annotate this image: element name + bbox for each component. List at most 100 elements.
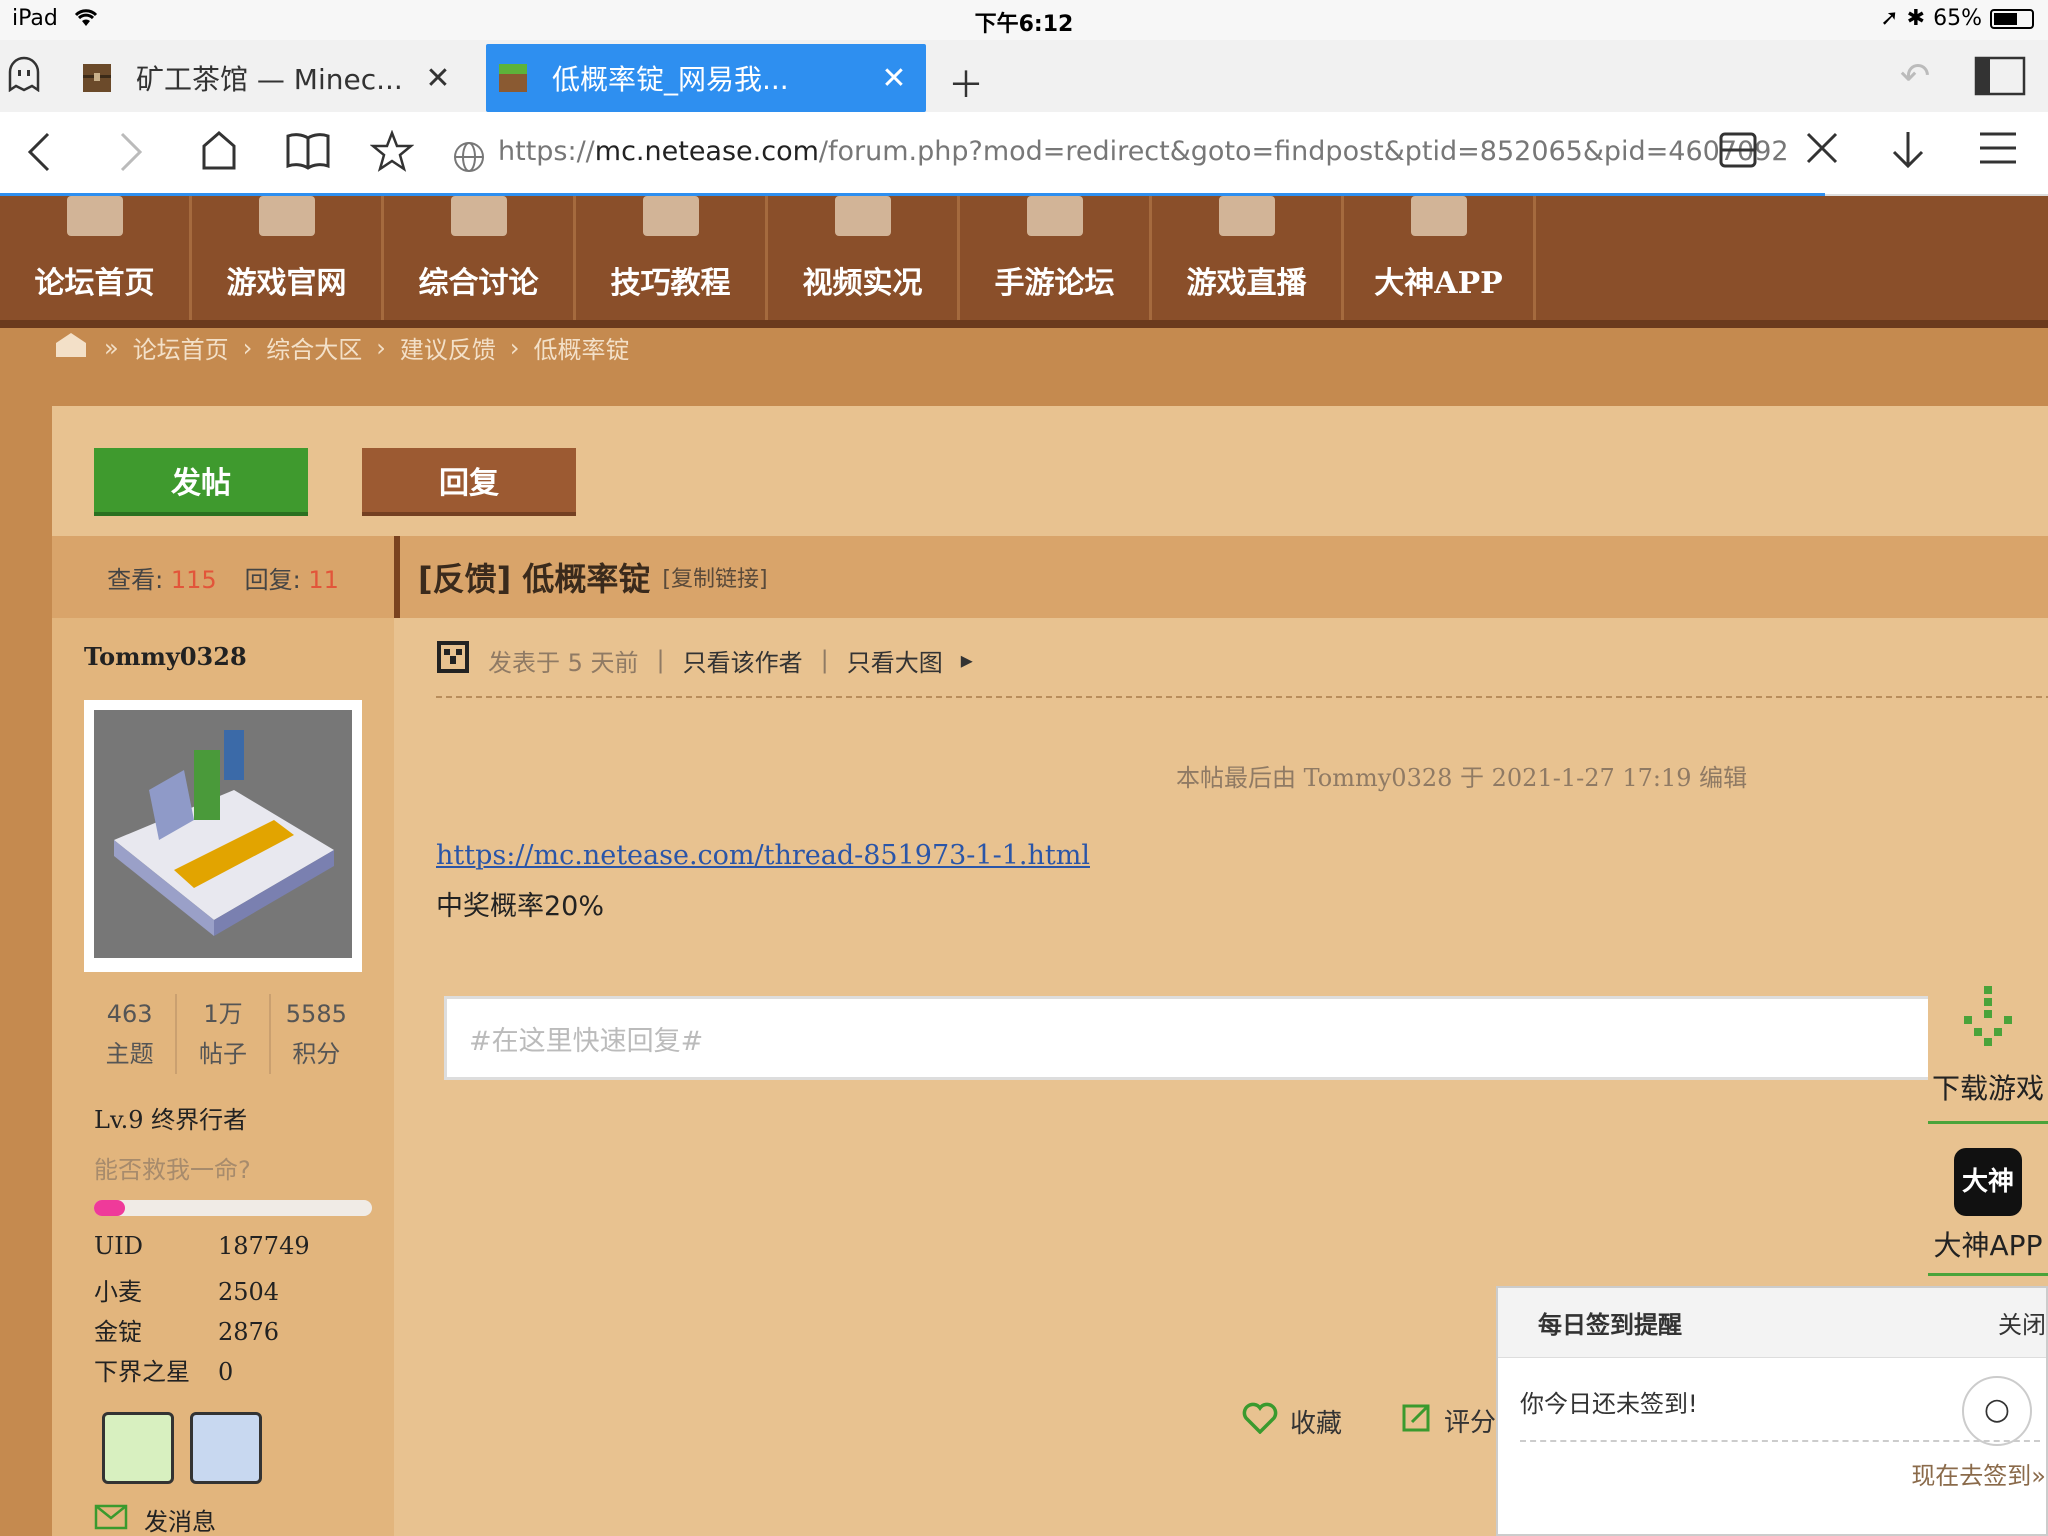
nav-forum-home[interactable]: 论坛首页 [0, 196, 192, 320]
medal-badge[interactable] [190, 1412, 262, 1484]
nav-icon [258, 196, 315, 236]
location-icon: ➚ [1880, 6, 1899, 31]
post-time: 发表于 5 天前 [488, 648, 639, 677]
download-icon[interactable] [1888, 130, 1928, 180]
nav-label: 游戏直播 [1186, 266, 1307, 301]
breadcrumb-separator: › [376, 333, 386, 362]
menu-icon[interactable] [1978, 130, 2018, 176]
tab-low-probability-ingot[interactable]: 低概率锭_网易我... ✕ [486, 44, 926, 112]
battery-icon [1990, 8, 2034, 29]
user-level: Lv.9 终界行者 [94, 1106, 248, 1134]
avatar[interactable] [84, 700, 362, 972]
edit-notice: 本帖最后由 Tommy0328 于 2021-1-27 17:19 编辑 [1176, 764, 1748, 792]
tab-minecraft-teahouse[interactable]: 矿工茶馆 — Minec... ✕ [70, 44, 470, 112]
nav-dashen-app[interactable]: 大神APP [1344, 196, 1536, 320]
nav-icon [834, 196, 891, 236]
reply-button[interactable]: 回复 [362, 448, 576, 516]
stat-points[interactable]: 5585 积分 [271, 994, 362, 1074]
nav-mobile-forum[interactable]: 手游论坛 [960, 196, 1152, 320]
nav-label: 技巧教程 [610, 266, 731, 301]
signin-circle-button[interactable]: ○ [1962, 1376, 2032, 1446]
nav-live[interactable]: 游戏直播 [1152, 196, 1344, 320]
breadcrumb-feedback[interactable]: 建议反馈 [400, 330, 496, 365]
close-icon[interactable]: ✕ [874, 61, 914, 96]
stat-topics[interactable]: 463 主题 [84, 994, 178, 1074]
forward-icon[interactable] [116, 130, 146, 184]
signin-close[interactable]: 关闭 [1998, 1305, 2046, 1340]
nav-label: 视频实况 [802, 266, 923, 301]
nav-icon [450, 196, 507, 236]
favorite-button[interactable]: 收藏 [1242, 1402, 1342, 1441]
breadcrumb-general[interactable]: 综合大区 [266, 330, 362, 365]
only-author-link[interactable]: 只看该作者 [683, 643, 803, 678]
nav-label: 综合讨论 [418, 266, 539, 301]
globe-icon [452, 138, 486, 184]
url-text[interactable]: https://mc.netease.com/forum.php?mod=red… [498, 136, 1789, 167]
bookmarks-icon[interactable] [286, 130, 330, 180]
nav-videos[interactable]: 视频实况 [768, 196, 960, 320]
nav-icon [1218, 196, 1275, 236]
breadcrumb-current[interactable]: 低概率锭 [534, 330, 630, 365]
post-button[interactable]: 发帖 [94, 448, 308, 516]
breadcrumb-forum-home[interactable]: 论坛首页 [133, 330, 229, 365]
download-game-widget[interactable]: 下载游戏 [1928, 976, 2048, 1124]
nav-label: 论坛首页 [34, 266, 155, 301]
author-name[interactable]: Tommy0328 [84, 642, 247, 671]
views-count: 115 [170, 565, 217, 594]
undo-icon[interactable]: ↶ [1900, 56, 1930, 97]
star-icon[interactable] [369, 129, 415, 182]
nav-general[interactable]: 综合讨论 [384, 196, 576, 320]
home-icon[interactable] [52, 331, 90, 365]
nav-tutorials[interactable]: 技巧教程 [576, 196, 768, 320]
post-meta: 发表于 5 天前 | 只看该作者 | 只看大图 ▸ [436, 640, 973, 680]
new-tab-icon[interactable]: ＋ [948, 56, 984, 108]
dashen-app-label: 大神APP [1933, 1229, 2043, 1262]
stat-posts[interactable]: 1万 帖子 [177, 994, 271, 1074]
copy-link[interactable]: [复制链接] [662, 561, 767, 593]
dashen-app-widget[interactable]: 大神 大神APP [1928, 1136, 2048, 1276]
nav-label: 手游论坛 [994, 266, 1115, 301]
envelope-icon [94, 1504, 128, 1536]
close-icon[interactable]: ✕ [418, 61, 458, 96]
back-icon[interactable] [24, 130, 54, 184]
home-icon[interactable] [200, 130, 238, 180]
nav-label: 游戏官网 [226, 266, 347, 301]
chest-icon [80, 61, 114, 95]
signin-message: 你今日还未签到! [1520, 1390, 1698, 1418]
creeper-icon [436, 640, 470, 680]
rate-label: 评分 [1444, 1408, 1497, 1438]
divider [436, 696, 2048, 698]
nav-icon [66, 196, 123, 236]
only-images-link[interactable]: 只看大图 [847, 643, 943, 678]
ghost-icon[interactable] [6, 56, 42, 101]
send-message[interactable]: 发消息 [94, 1502, 216, 1536]
stop-icon[interactable] [1804, 130, 1840, 176]
medal-badge[interactable] [102, 1412, 174, 1484]
heart-icon [1242, 1402, 1278, 1441]
address-bar: https://mc.netease.com/forum.php?mod=red… [0, 112, 2048, 196]
signin-reminder: 每日签到提醒 关闭 你今日还未签到! ○ 现在去签到» [1496, 1286, 2048, 1536]
breadcrumb-separator: › [242, 333, 253, 362]
thread-link[interactable]: https://mc.netease.com/thread-851973-1-1… [436, 840, 1090, 871]
clock: 下午6:12 [974, 12, 1074, 37]
divider [1520, 1440, 2040, 1442]
download-game-label: 下载游戏 [1931, 1072, 2044, 1105]
meta-divider: | [656, 646, 665, 674]
signin-go-link[interactable]: 现在去签到» [1911, 1456, 2046, 1491]
breadcrumb: » 论坛首页 › 综合大区 › 建议反馈 › 低概率锭 [52, 330, 630, 365]
tab-title: 低概率锭_网易我... [552, 63, 789, 96]
reader-icon[interactable] [1718, 130, 1758, 180]
caret-right-icon[interactable]: ▸ [961, 646, 973, 674]
nav-official-site[interactable]: 游戏官网 [192, 196, 384, 320]
nav-icon [642, 196, 699, 236]
sidebar-icon[interactable] [1974, 56, 2026, 105]
quick-reply-input[interactable]: #在这里快速回复# [444, 996, 2048, 1080]
thread-header: [反馈] 低概率锭 [复制链接] [394, 536, 2048, 618]
replies-label: 回复: [244, 565, 301, 594]
replies-count: 11 [308, 565, 339, 594]
nav-icon [1026, 196, 1083, 236]
signin-title: 每日签到提醒 [1538, 1311, 1682, 1339]
post-body: 中奖概率20% [436, 891, 605, 922]
rate-button[interactable]: 评分 [1402, 1402, 1496, 1439]
battery-percent: 65% [1933, 6, 1982, 31]
